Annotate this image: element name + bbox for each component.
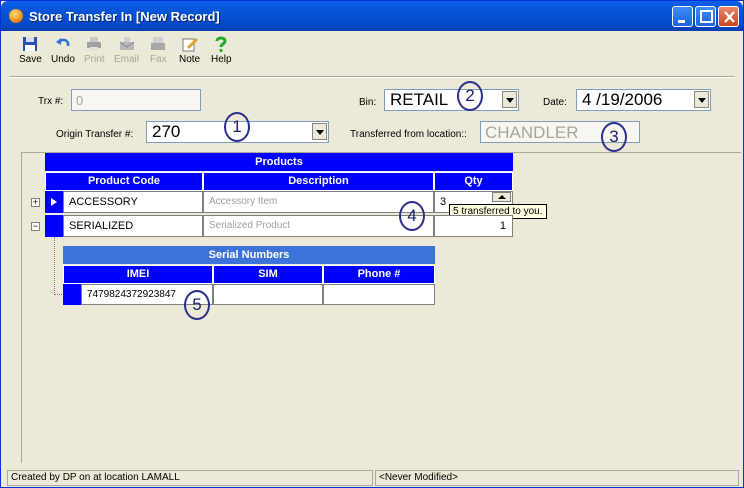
product-code-cell[interactable]: SERIALIZED xyxy=(63,215,203,237)
row-selector[interactable] xyxy=(45,215,63,237)
annotation-marker: 3 xyxy=(601,122,627,152)
undo-button[interactable]: Undo xyxy=(51,36,75,65)
origin-transfer-value: 270 xyxy=(152,122,181,141)
minimize-button[interactable] xyxy=(672,6,693,27)
app-icon xyxy=(9,9,23,23)
sim-header[interactable]: SIM xyxy=(213,265,323,284)
chevron-down-icon[interactable] xyxy=(694,91,709,108)
fax-icon xyxy=(151,37,166,50)
save-button[interactable]: Save xyxy=(19,36,42,65)
origin-transfer-label: Origin Transfer #: xyxy=(56,129,134,140)
products-caption: Products xyxy=(45,153,513,171)
trx-number-value: 0 xyxy=(76,93,84,108)
toolbar: Save Undo Print Email Fax Note Help xyxy=(1,31,743,73)
title-bar[interactable]: Store Transfer In [New Record] xyxy=(1,1,743,31)
product-code-header[interactable]: Product Code xyxy=(45,172,203,191)
help-button[interactable]: Help xyxy=(211,36,232,65)
minimize-icon xyxy=(678,20,685,23)
expand-row-icon[interactable]: + xyxy=(31,198,40,207)
collapse-row-icon[interactable]: − xyxy=(31,222,40,231)
annotation-marker: 4 xyxy=(399,201,425,231)
row-selector[interactable] xyxy=(45,191,63,213)
row-selector[interactable] xyxy=(63,284,81,305)
sim-cell[interactable] xyxy=(213,284,323,305)
fax-label: Fax xyxy=(150,54,167,65)
window-title: Store Transfer In [New Record] xyxy=(29,9,220,24)
help-label: Help xyxy=(211,54,232,65)
undo-arrow-icon xyxy=(55,38,70,47)
chevron-down-icon[interactable] xyxy=(502,91,517,108)
modified-status: <Never Modified> xyxy=(375,470,739,486)
chevron-down-icon[interactable] xyxy=(312,123,327,140)
serial-numbers-caption: Serial Numbers xyxy=(63,246,435,264)
help-question-icon xyxy=(215,36,227,52)
email-label: Email xyxy=(114,54,140,65)
save-label: Save xyxy=(19,54,42,65)
tree-connector xyxy=(54,237,55,295)
close-button[interactable] xyxy=(718,6,739,27)
created-status: Created by DP on at location LAMALL xyxy=(7,470,373,486)
print-button[interactable]: Print xyxy=(84,36,105,65)
print-label: Print xyxy=(84,54,105,65)
note-label: Note xyxy=(179,54,201,65)
phone-cell[interactable] xyxy=(323,284,435,305)
bin-label: Bin: xyxy=(359,97,377,108)
toolbar-divider xyxy=(9,76,735,78)
bin-select-value: RETAIL xyxy=(390,90,449,109)
transferred-from-label: Transferred from location:: xyxy=(350,129,467,140)
email-button[interactable]: Email xyxy=(114,36,139,65)
qty-header[interactable]: Qty xyxy=(434,172,513,191)
annotation-marker: 5 xyxy=(184,290,210,320)
maximize-button[interactable] xyxy=(695,6,716,27)
email-icon xyxy=(119,37,134,50)
note-button[interactable]: Note xyxy=(179,36,200,65)
close-icon xyxy=(724,11,735,23)
undo-label: Undo xyxy=(51,54,75,65)
current-row-arrow-icon xyxy=(51,198,57,206)
date-label: Date: xyxy=(543,97,567,108)
fax-button[interactable]: Fax xyxy=(150,36,167,65)
trx-label: Trx #: xyxy=(38,96,64,107)
annotation-marker: 2 xyxy=(457,81,483,111)
maximize-icon xyxy=(700,10,713,23)
bin-select[interactable]: RETAIL xyxy=(384,89,519,111)
phone-header[interactable]: Phone # xyxy=(323,265,435,284)
status-bar: Created by DP on at location LAMALL <Nev… xyxy=(5,470,741,487)
date-picker[interactable]: 4 /19/2006 xyxy=(576,89,711,111)
qty-cell[interactable]: 1 xyxy=(434,215,513,237)
note-icon xyxy=(182,38,198,52)
transferred-from-value: CHANDLER xyxy=(485,123,579,142)
product-code-cell[interactable]: ACCESSORY xyxy=(63,191,203,213)
printer-icon xyxy=(87,37,102,51)
qty-spin-up-button[interactable] xyxy=(492,192,511,202)
annotation-marker: 1 xyxy=(224,112,250,142)
date-value: 4 /19/2006 xyxy=(582,90,663,109)
trx-number-field[interactable]: 0 xyxy=(71,89,201,111)
imei-header[interactable]: IMEI xyxy=(63,265,213,284)
floppy-disk-icon xyxy=(23,37,38,51)
description-header[interactable]: Description xyxy=(203,172,434,191)
store-transfer-window: Store Transfer In [New Record] Save Undo… xyxy=(0,0,744,488)
